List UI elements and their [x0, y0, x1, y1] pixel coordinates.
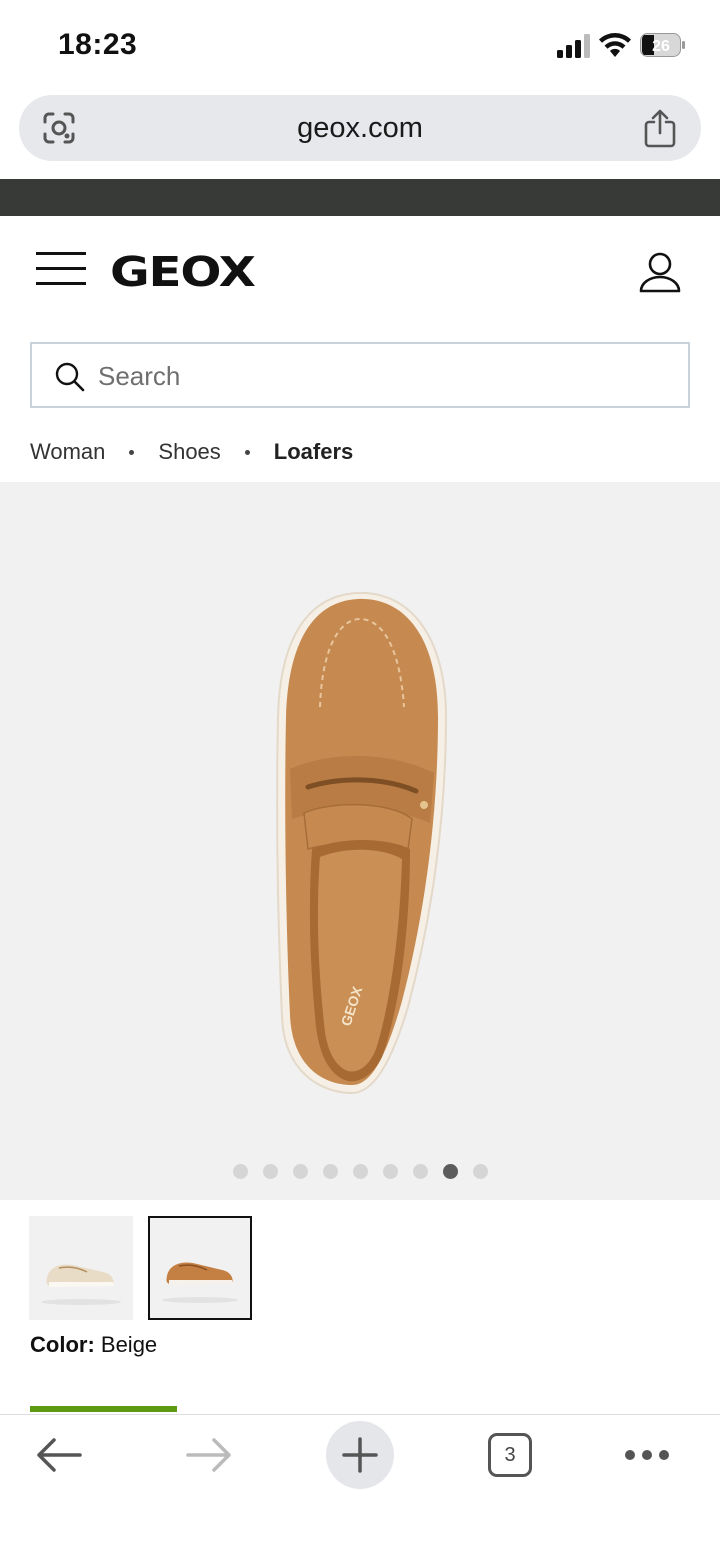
promo-strip	[0, 179, 720, 216]
search-icon	[55, 362, 85, 392]
thumbnail-image	[41, 1264, 121, 1305]
new-tab-button[interactable]	[326, 1421, 394, 1489]
signal-icon	[557, 34, 590, 58]
pager-dot[interactable]	[262, 1164, 278, 1179]
geox-logo[interactable]: GEOX	[110, 248, 256, 296]
wifi-icon	[599, 33, 631, 57]
product-gallery[interactable]: GEOX	[0, 482, 720, 1200]
pager-dot[interactable]	[442, 1164, 458, 1179]
section-progress-indicator	[30, 1406, 177, 1412]
pager-dot[interactable]	[232, 1164, 248, 1179]
pager-dot[interactable]	[322, 1164, 338, 1179]
browser-toolbar: 3	[0, 1414, 720, 1558]
color-swatch-tan[interactable]	[148, 1216, 252, 1320]
share-icon[interactable]	[643, 108, 677, 148]
account-icon[interactable]	[638, 250, 682, 294]
product-image-loafer[interactable]: GEOX	[260, 587, 460, 1097]
breadcrumb-loafers: Loafers	[273, 439, 354, 464]
menu-icon[interactable]	[36, 250, 86, 286]
pager-dot[interactable]	[412, 1164, 428, 1179]
pager-dot[interactable]	[292, 1164, 308, 1179]
status-time: 18:23	[58, 28, 138, 61]
search-box[interactable]	[30, 342, 690, 408]
pager-dot[interactable]	[382, 1164, 398, 1179]
status-bar: 18:23 26	[0, 0, 720, 90]
breadcrumb: Woman Shoes Loafers	[30, 437, 353, 467]
color-value: Beige	[100, 1332, 158, 1357]
search-input[interactable]	[98, 356, 658, 396]
breadcrumb-woman[interactable]: Woman	[30, 439, 105, 465]
breadcrumb-shoes[interactable]: Shoes	[158, 439, 220, 465]
tabs-icon[interactable]: 3	[488, 1433, 532, 1477]
thumbnail-image	[162, 1262, 238, 1303]
more-icon[interactable]	[624, 1445, 670, 1465]
color-swatch-beige[interactable]	[29, 1216, 133, 1320]
gallery-pager[interactable]	[0, 1164, 720, 1179]
forward-arrow-icon[interactable]	[186, 1437, 232, 1473]
battery-level: 26	[652, 38, 670, 55]
breadcrumb-separator	[129, 449, 135, 455]
pager-dot[interactable]	[352, 1164, 368, 1179]
battery-icon: 26	[640, 33, 685, 57]
url-text[interactable]: geox.com	[19, 112, 701, 145]
color-label: Color: Beige	[30, 1332, 157, 1358]
back-arrow-icon[interactable]	[36, 1437, 82, 1473]
pager-dot[interactable]	[472, 1164, 488, 1179]
color-label-key: Color:	[30, 1332, 95, 1357]
breadcrumb-separator	[244, 449, 250, 455]
plus-icon	[342, 1437, 378, 1473]
address-bar[interactable]: geox.com	[19, 95, 701, 161]
